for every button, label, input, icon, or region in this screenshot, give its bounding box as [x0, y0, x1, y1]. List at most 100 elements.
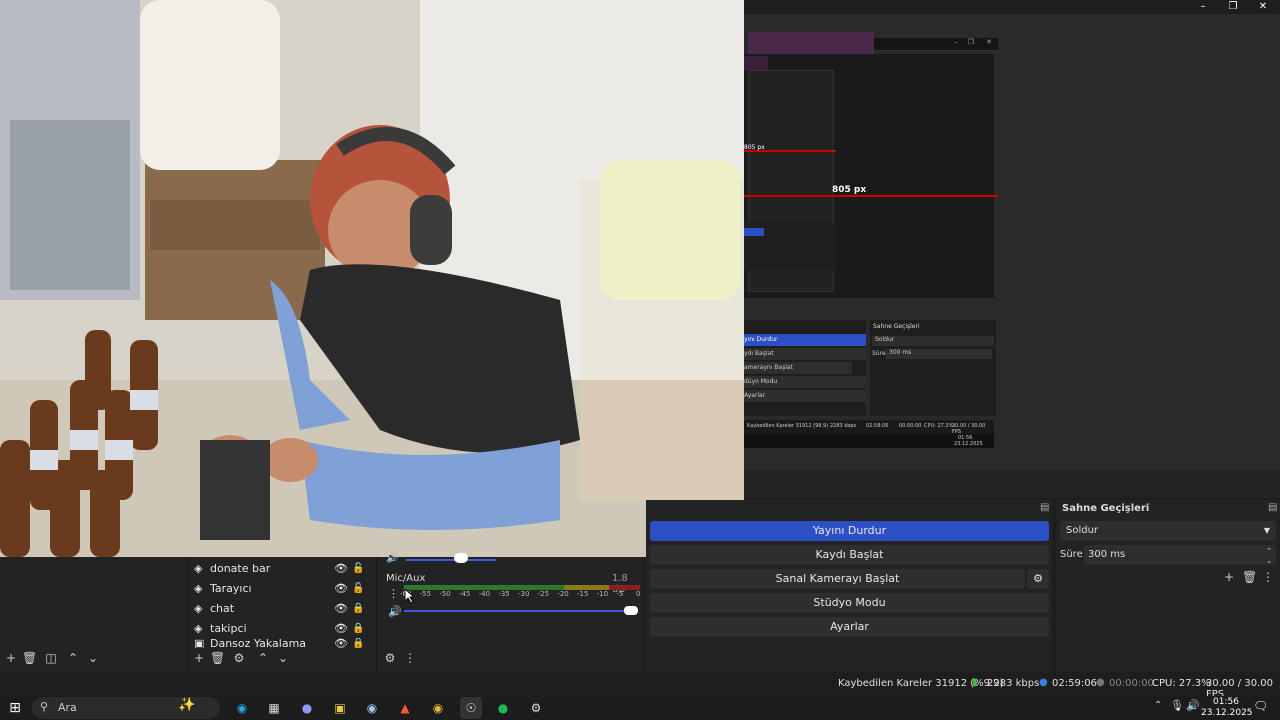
studio-mode-button[interactable]: Stüdyo Modu — [650, 593, 1049, 613]
volume-icon[interactable]: 🔊 — [386, 553, 398, 564]
audio-mixer-dock: 🔊 Mic/Aux 1.8 dB -60-55-50-45-40-35-30-2… — [378, 553, 644, 672]
down-icon[interactable]: ⌄ — [86, 651, 100, 665]
down-icon[interactable]: ⌄ — [276, 651, 290, 665]
start-virtual-camera-button[interactable]: Sanal Kamerayı Başlat — [650, 569, 1025, 589]
notification-icon[interactable]: 🗨 — [1253, 699, 1268, 713]
meter-tick-label: -45 — [459, 590, 471, 598]
search-box[interactable]: ⚲ Ara ✨ — [32, 697, 220, 719]
chevron-up-icon[interactable]: ⌃ — [1154, 700, 1162, 711]
nested-cpu: CPU: 27.3% — [924, 423, 954, 429]
record-time: 00:00:00 — [1109, 678, 1154, 689]
unlock-icon[interactable]: 🔓 — [352, 583, 368, 594]
channel-volume-track — [404, 610, 634, 612]
trash-icon[interactable]: 🗑 — [22, 651, 37, 665]
sources-list: ◈ donate bar 👁 🔓 ◈ Tarayıcı 👁 🔓 ◈ chat 👁… — [194, 558, 372, 649]
add-icon[interactable]: + — [4, 651, 18, 665]
purple-overlay-bar — [748, 32, 874, 54]
source-label: takipci — [210, 621, 247, 635]
scenes-dock: + 🗑 ◫ ⌃ ⌄ — [0, 557, 186, 672]
clock-date[interactable]: 23.12.2025 — [1201, 708, 1253, 718]
unlock-icon[interactable]: 🔓 — [352, 563, 368, 574]
speaker-icon[interactable]: 🔊 — [1186, 699, 1200, 712]
transition-select[interactable]: Soldur ▼ — [1060, 521, 1276, 541]
windows-start-icon[interactable]: ⊞ — [4, 697, 26, 719]
stop-stream-button[interactable]: Yayını Durdur — [650, 521, 1049, 541]
eye-icon[interactable]: 👁 — [334, 602, 352, 615]
discord-icon[interactable]: ● — [296, 697, 318, 719]
source-item[interactable]: ▣ Dansoz Yakalama 👁 🔒 — [194, 638, 372, 648]
search-placeholder: Ara — [58, 701, 77, 714]
settings-button[interactable]: Ayarlar — [650, 617, 1049, 637]
meter-tick-label: -5 — [616, 590, 624, 598]
source-item[interactable]: ◈ chat 👁 🔒 — [194, 598, 372, 618]
nested-start-recording: ydı Başlat — [744, 348, 866, 360]
clock-time[interactable]: 01:56 — [1212, 697, 1240, 707]
trash-icon[interactable]: 🗑 — [210, 651, 225, 665]
eye-icon[interactable]: 👁 — [334, 562, 352, 575]
record-icon: ● — [1096, 677, 1105, 688]
measure-label-small: 805 px — [744, 144, 765, 151]
lock-icon[interactable]: 🔒 — [352, 623, 368, 634]
sources-dock: ◈ donate bar 👁 🔓 ◈ Tarayıcı 👁 🔓 ◈ chat 👁… — [188, 557, 376, 672]
store-icon[interactable]: ▦ — [263, 697, 285, 719]
eye-icon[interactable]: 👁 — [334, 622, 352, 635]
nested-maximize-icon: ❐ — [967, 38, 974, 46]
volume-handle[interactable] — [454, 553, 468, 563]
webcam-scene — [0, 0, 744, 557]
volume-track — [406, 559, 496, 561]
kebab-menu-icon[interactable]: ⋮ — [1262, 570, 1274, 584]
nested-time: 02:58:06 — [866, 423, 889, 429]
chrome-icon[interactable]: ◉ — [427, 697, 449, 719]
up-icon[interactable]: ⌃ — [256, 651, 270, 665]
controls-dock: ▤ Yayını Durdur Kaydı Başlat Sanal Kamer… — [646, 500, 1052, 672]
eye-icon[interactable]: 👁 — [334, 582, 352, 595]
dock-float-icon[interactable]: ▤ — [1268, 502, 1277, 513]
edge-icon[interactable]: ◉ — [231, 697, 253, 719]
volume-icon[interactable]: 🔊 — [388, 605, 402, 618]
filter-icon[interactable]: ◫ — [44, 651, 58, 665]
files-icon[interactable]: ▣ — [329, 697, 351, 719]
kebab-menu-icon[interactable]: ⋮ — [404, 651, 416, 665]
gear-icon[interactable]: ⚙ — [1027, 569, 1049, 589]
duration-input[interactable]: 300 ms ⌃ ⌄ — [1084, 545, 1276, 565]
display-capture-icon: ▣ — [194, 638, 205, 648]
steam-icon[interactable]: ◉ — [361, 697, 383, 719]
lock-icon[interactable]: 🔒 — [352, 638, 368, 648]
brave-icon[interactable]: ▲ — [394, 697, 416, 719]
meter-tick-label: -50 — [439, 590, 451, 598]
maximize-icon[interactable]: ❐ — [1218, 0, 1248, 14]
settings-icon[interactable]: ⚙ — [525, 697, 547, 719]
lock-icon[interactable]: 🔒 — [352, 603, 368, 614]
add-icon[interactable]: + — [1222, 570, 1236, 584]
nested-virtual-cam: ameraynı Başlat — [744, 362, 852, 374]
advanced-audio-icon[interactable]: ⚙ — [382, 651, 398, 665]
nested-kbps: 2283 kbps — [830, 423, 857, 429]
start-recording-button[interactable]: Kaydı Başlat — [650, 545, 1049, 565]
eye-icon[interactable]: 👁 — [334, 638, 352, 648]
add-icon[interactable]: + — [192, 651, 206, 665]
meter-tick-label: -35 — [498, 590, 510, 598]
spotify-icon[interactable]: ● — [492, 697, 514, 719]
close-icon[interactable]: ✕ — [1248, 0, 1278, 14]
gear-icon[interactable]: ⚙ — [232, 651, 246, 665]
meter-tick-label: -20 — [557, 590, 569, 598]
dock-float-icon[interactable]: ▤ — [1040, 502, 1049, 513]
trash-icon[interactable]: 🗑 — [1242, 570, 1257, 584]
kebab-menu-icon[interactable]: ⋮ — [388, 587, 399, 600]
channel-volume-handle[interactable] — [624, 606, 638, 615]
mixer-channel-name: Mic/Aux — [386, 573, 426, 584]
nested-statusbar: Kaybedilen Kareler 31912 (98.9) 2283 kbp… — [744, 420, 994, 435]
up-icon[interactable]: ⌃ — [66, 651, 80, 665]
stepper-down-icon[interactable]: ⌄ — [1266, 551, 1272, 571]
browser-icon: ◈ — [194, 601, 203, 615]
nested-settings: Ayarlar — [744, 390, 866, 402]
nested-studio-mode: düyo Modu — [744, 376, 866, 388]
bitrate: 2283 kbps — [987, 678, 1040, 689]
source-item[interactable]: ◈ takipci 👁 🔒 — [194, 618, 372, 638]
obs-icon[interactable]: ☉ — [460, 697, 482, 719]
microphone-icon[interactable]: 🎙 — [1170, 699, 1184, 712]
source-label: Tarayıcı — [210, 581, 252, 595]
source-item[interactable]: ◈ Tarayıcı 👁 🔓 — [194, 578, 372, 598]
source-item[interactable]: ◈ donate bar 👁 🔓 — [194, 558, 372, 578]
minimize-icon[interactable]: – — [1188, 0, 1218, 14]
